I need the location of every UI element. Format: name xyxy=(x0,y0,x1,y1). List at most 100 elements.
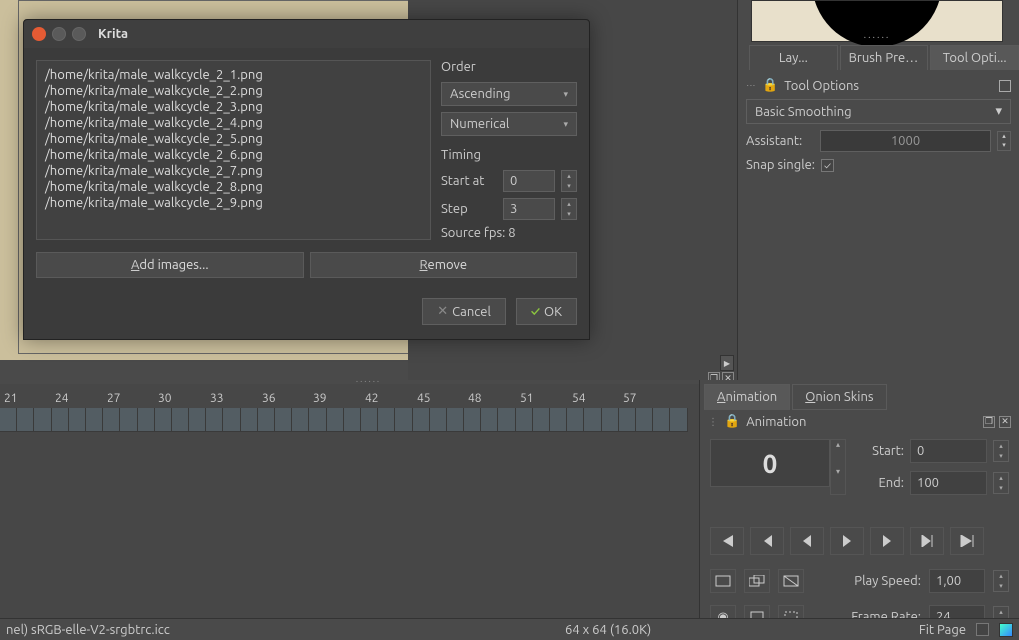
frame-cell[interactable] xyxy=(17,408,34,432)
frame-cell[interactable] xyxy=(206,408,223,432)
cancel-button[interactable]: ✕ Cancel xyxy=(422,298,506,325)
file-item[interactable]: /home/krita/male_walkcycle_2_6.png xyxy=(43,147,424,163)
frame-cell[interactable] xyxy=(413,408,430,432)
frame-cell[interactable] xyxy=(138,408,155,432)
end-input[interactable]: 100 xyxy=(910,471,987,495)
frame-cell[interactable] xyxy=(69,408,86,432)
smoothing-select[interactable]: Basic Smoothing ▾ xyxy=(746,99,1011,124)
close-panel-icon[interactable]: ✕ xyxy=(999,416,1011,428)
frame-cell[interactable] xyxy=(584,408,601,432)
add-images-button[interactable]: Add images... xyxy=(36,252,304,278)
file-item[interactable]: /home/krita/male_walkcycle_2_4.png xyxy=(43,115,424,131)
timeline-ruler[interactable]: 21 24 27 30 33 36 39 42 45 48 51 54 57 xyxy=(0,392,737,408)
next-keyframe-button[interactable] xyxy=(910,527,944,555)
frame-cell[interactable] xyxy=(653,408,670,432)
frame-cell[interactable] xyxy=(378,408,395,432)
frame-cell[interactable] xyxy=(292,408,309,432)
fit-page-select[interactable]: Fit Page xyxy=(919,623,966,637)
frame-cell[interactable] xyxy=(189,408,206,432)
frame-cell[interactable] xyxy=(52,408,69,432)
file-item[interactable]: /home/krita/male_walkcycle_2_2.png xyxy=(43,83,424,99)
skip-start-button[interactable] xyxy=(710,527,744,555)
frame-cell[interactable] xyxy=(120,408,137,432)
timeline-frames[interactable] xyxy=(0,408,737,432)
step-input[interactable]: 3 xyxy=(503,198,555,220)
assistant-spinner[interactable]: ▴▾ xyxy=(997,131,1011,151)
start-at-spinner[interactable]: ▴▾ xyxy=(561,170,577,192)
next-frame-button[interactable] xyxy=(870,527,904,555)
prev-frame-button[interactable] xyxy=(790,527,824,555)
frame-cell[interactable] xyxy=(602,408,619,432)
frame-cell[interactable] xyxy=(464,408,481,432)
fit-page-checkbox[interactable] xyxy=(976,623,989,636)
delete-frame-icon[interactable] xyxy=(778,569,804,593)
close-icon[interactable] xyxy=(32,27,46,41)
prev-keyframe-button[interactable] xyxy=(750,527,784,555)
float-panel-icon[interactable]: ❐ xyxy=(983,416,995,428)
frame-cell[interactable] xyxy=(327,408,344,432)
frame-cell[interactable] xyxy=(344,408,361,432)
frame-cell[interactable] xyxy=(498,408,515,432)
frame-cell[interactable] xyxy=(430,408,447,432)
frame-cell[interactable] xyxy=(636,408,653,432)
file-item[interactable]: /home/krita/male_walkcycle_2_7.png xyxy=(43,163,424,179)
file-item[interactable]: /home/krita/male_walkcycle_2_3.png xyxy=(43,99,424,115)
frame-cell[interactable] xyxy=(241,408,258,432)
frame-cell[interactable] xyxy=(155,408,172,432)
start-at-input[interactable]: 0 xyxy=(503,170,555,192)
ok-button[interactable]: ✓ OK xyxy=(516,298,577,325)
dialog-titlebar[interactable]: Krita xyxy=(24,20,589,48)
tab-brush-presets[interactable]: Brush Pres... xyxy=(840,45,929,70)
start-spinner[interactable]: ▴▾ xyxy=(993,440,1009,462)
frame-cell[interactable] xyxy=(86,408,103,432)
minimize-icon[interactable] xyxy=(52,27,66,41)
frame-cell[interactable] xyxy=(172,408,189,432)
file-item[interactable]: /home/krita/male_walkcycle_2_9.png xyxy=(43,195,424,211)
file-list[interactable]: /home/krita/male_walkcycle_2_1.png /home… xyxy=(36,60,431,240)
order-direction-select[interactable]: Ascending ▾ xyxy=(441,82,577,106)
frame-cell[interactable] xyxy=(258,408,275,432)
tab-layers[interactable]: Lay... xyxy=(749,45,838,70)
float-panel-icon[interactable] xyxy=(999,80,1011,92)
grip-handle[interactable]: ...... xyxy=(864,29,891,40)
file-item[interactable]: /home/krita/male_walkcycle_2_8.png xyxy=(43,179,424,195)
order-type-select[interactable]: Numerical ▾ xyxy=(441,112,577,136)
start-input[interactable]: 0 xyxy=(910,439,987,463)
tab-tool-options[interactable]: Tool Opti... xyxy=(930,45,1019,70)
frame-cell[interactable] xyxy=(395,408,412,432)
frame-cell[interactable] xyxy=(275,408,292,432)
frame-cell[interactable] xyxy=(516,408,533,432)
scroll-right-icon[interactable]: ▶ xyxy=(720,355,734,371)
frame-cell[interactable] xyxy=(34,408,51,432)
frame-cell[interactable] xyxy=(361,408,378,432)
frame-cell[interactable] xyxy=(550,408,567,432)
tab-animation[interactable]: Animation xyxy=(704,384,790,410)
current-frame-spinner[interactable]: ▴▾ xyxy=(830,439,846,495)
frame-cell[interactable] xyxy=(567,408,584,432)
frame-cell[interactable] xyxy=(533,408,550,432)
frame-cell[interactable] xyxy=(619,408,636,432)
skip-end-button[interactable] xyxy=(950,527,984,555)
grip-handle[interactable]: ...... xyxy=(356,374,381,384)
add-blank-frame-icon[interactable] xyxy=(710,569,736,593)
frame-cell[interactable] xyxy=(447,408,464,432)
frame-cell[interactable] xyxy=(103,408,120,432)
maximize-icon[interactable] xyxy=(72,27,86,41)
zoom-gradient-icon[interactable] xyxy=(999,623,1013,637)
tab-onion-skins[interactable]: Onion Skins xyxy=(792,384,886,410)
frame-cell[interactable] xyxy=(0,408,17,432)
file-item[interactable]: /home/krita/male_walkcycle_2_1.png xyxy=(43,67,424,83)
play-speed-spinner[interactable]: ▴▾ xyxy=(993,570,1009,592)
step-spinner[interactable]: ▴▾ xyxy=(561,198,577,220)
file-item[interactable]: /home/krita/male_walkcycle_2_5.png xyxy=(43,131,424,147)
duplicate-frame-icon[interactable] xyxy=(744,569,770,593)
dock-grip-icon[interactable]: ⋮ xyxy=(708,416,718,428)
snap-single-checkbox[interactable]: ✓ xyxy=(821,159,834,172)
frame-cell[interactable] xyxy=(223,408,240,432)
play-button[interactable] xyxy=(830,527,864,555)
dock-grip-icon[interactable]: ⋮ xyxy=(746,81,756,91)
frame-cell[interactable] xyxy=(481,408,498,432)
remove-button[interactable]: Remove xyxy=(310,252,578,278)
frame-cell[interactable] xyxy=(309,408,326,432)
current-frame-display[interactable]: 0 xyxy=(710,439,830,487)
